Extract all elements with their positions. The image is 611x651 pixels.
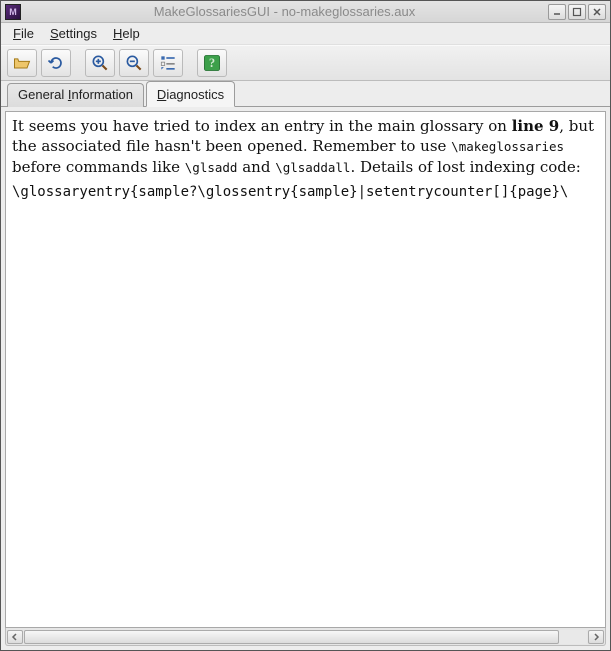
menu-help[interactable]: Help (107, 24, 146, 43)
scroll-left-button[interactable] (7, 630, 23, 644)
toolbar: ? (1, 45, 610, 81)
close-button[interactable] (588, 4, 606, 20)
line-number: line 9 (512, 117, 560, 135)
zoom-in-button[interactable] (85, 49, 115, 77)
help-button[interactable]: ? (197, 49, 227, 77)
cmd-glsadd: \glsadd (185, 160, 238, 175)
cmd-glsaddall: \glsaddall (275, 160, 350, 175)
tabbar: General Information Diagnostics (1, 81, 610, 107)
app-icon: M (5, 4, 21, 20)
diagnostics-message: It seems you have tried to index an entr… (12, 116, 599, 177)
horizontal-scrollbar[interactable] (5, 628, 606, 646)
scrollbar-track[interactable] (24, 630, 587, 644)
scroll-right-button[interactable] (588, 630, 604, 644)
lost-indexing-code: \glossaryentry{sample?\glossentry{sample… (12, 183, 599, 202)
content-area: It seems you have tried to index an entr… (1, 107, 610, 650)
open-button[interactable] (7, 49, 37, 77)
reload-icon (46, 53, 66, 73)
options-button[interactable] (153, 49, 183, 77)
maximize-button[interactable] (568, 4, 586, 20)
menu-settings[interactable]: Settings (44, 24, 103, 43)
titlebar: M MakeGlossariesGUI - no-makeglossaries.… (1, 1, 610, 23)
minimize-button[interactable] (548, 4, 566, 20)
cmd-makeglossaries: \makeglossaries (451, 139, 564, 154)
folder-open-icon (12, 53, 32, 73)
help-icon: ? (202, 53, 222, 73)
window-title: MakeGlossariesGUI - no-makeglossaries.au… (27, 4, 542, 19)
tab-diagnostics[interactable]: Diagnostics (146, 81, 235, 107)
menu-file[interactable]: File (7, 24, 40, 43)
zoom-out-icon (124, 53, 144, 73)
menubar: File Settings Help (1, 23, 610, 45)
window-controls (548, 4, 606, 20)
reload-button[interactable] (41, 49, 71, 77)
tab-general-information[interactable]: General Information (7, 83, 144, 107)
scrollbar-thumb[interactable] (24, 630, 559, 644)
svg-text:?: ? (209, 56, 215, 70)
zoom-out-button[interactable] (119, 49, 149, 77)
zoom-in-icon (90, 53, 110, 73)
application-window: M MakeGlossariesGUI - no-makeglossaries.… (0, 0, 611, 651)
options-icon (158, 53, 178, 73)
diagnostics-panel: It seems you have tried to index an entr… (5, 111, 606, 628)
